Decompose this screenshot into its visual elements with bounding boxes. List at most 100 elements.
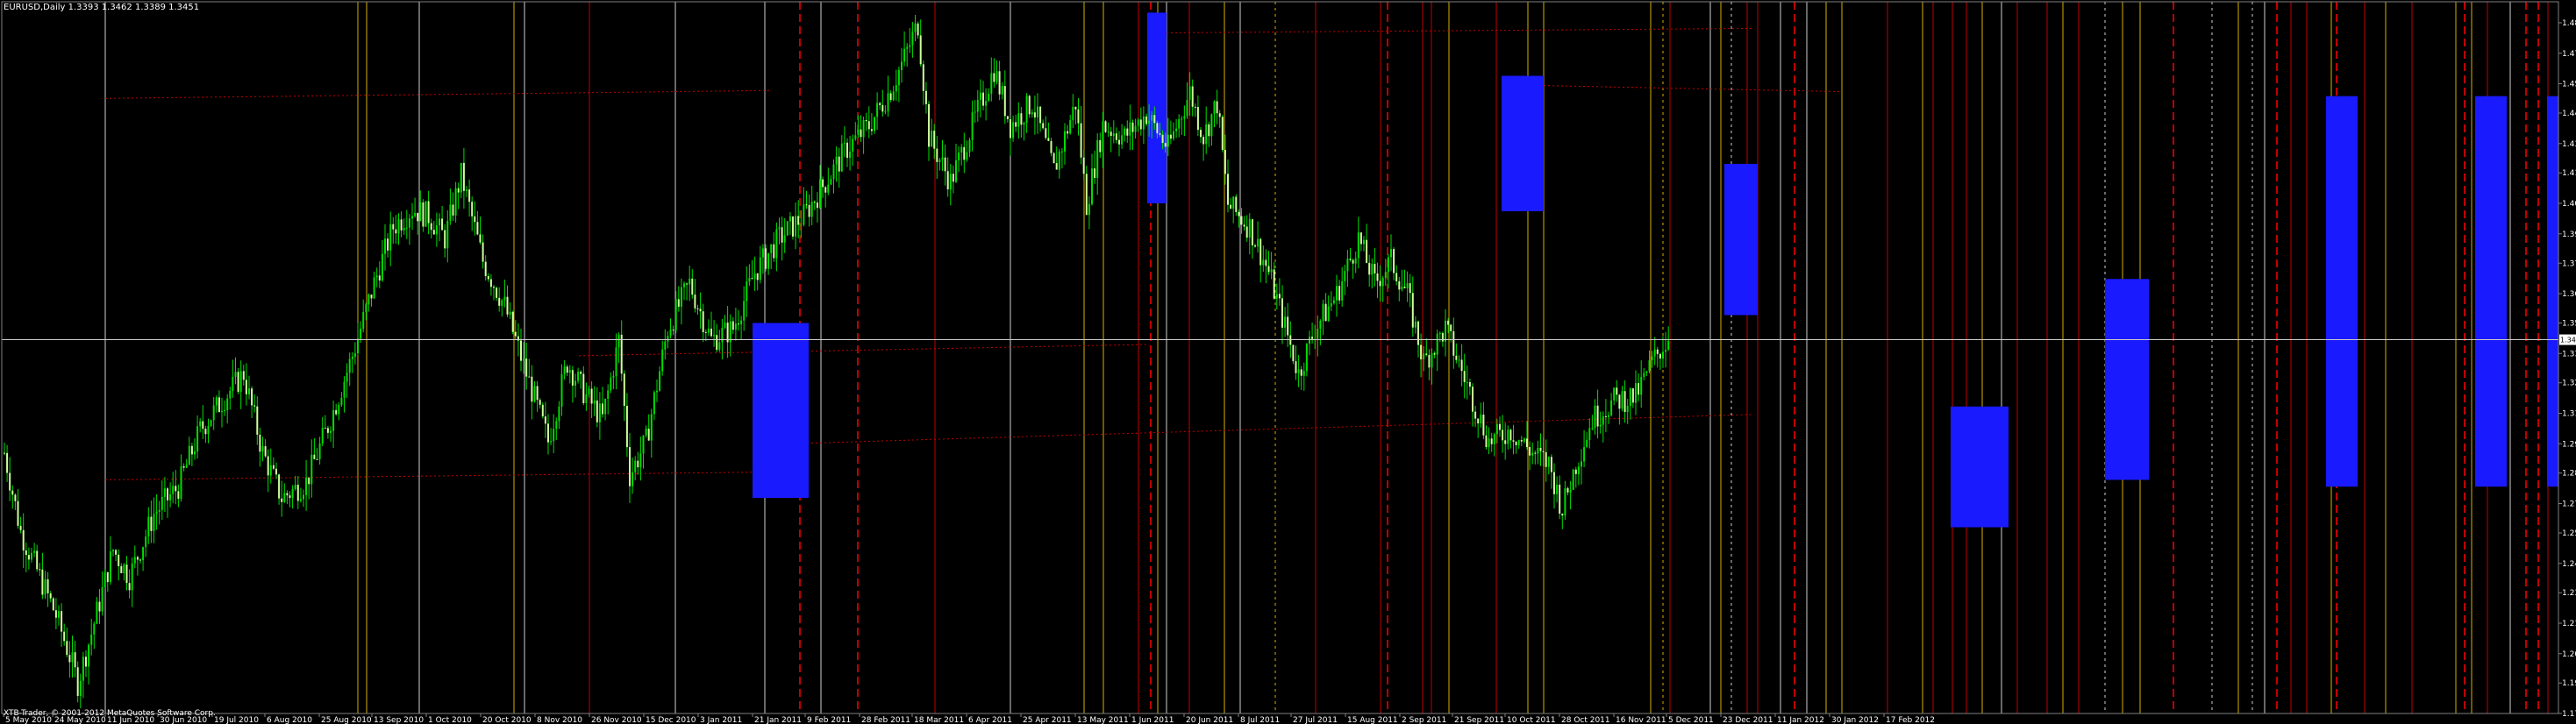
candle xyxy=(936,135,938,179)
candle xyxy=(503,280,506,308)
candle xyxy=(422,199,425,232)
candle-body xyxy=(1309,337,1310,344)
candle-body xyxy=(1401,287,1403,290)
candle-body xyxy=(190,445,193,455)
time-tick-label: 20 Oct 2010 xyxy=(482,716,532,724)
price-chart-canvas[interactable]: 1.4855 1.4720 1.4585 1.4455 1.4320 1.4190 1.40… xyxy=(0,0,2576,724)
candle xyxy=(544,401,546,438)
candle-body xyxy=(1327,306,1330,322)
candle xyxy=(767,252,770,275)
candle-body xyxy=(602,403,603,415)
candle-body xyxy=(664,341,667,350)
candle xyxy=(832,159,835,194)
candle-body xyxy=(79,680,82,696)
candle-body xyxy=(694,295,696,309)
candle-body xyxy=(25,550,27,556)
candle xyxy=(598,392,601,440)
candle xyxy=(106,571,109,593)
red-trendline xyxy=(104,89,773,99)
candle-body xyxy=(308,477,310,485)
candle xyxy=(656,380,658,402)
candle xyxy=(411,202,413,231)
candle xyxy=(919,19,922,67)
candle xyxy=(1248,213,1251,255)
candle-body xyxy=(770,244,773,253)
candle xyxy=(1216,89,1218,124)
candle-body xyxy=(1235,196,1238,212)
candle xyxy=(751,259,753,280)
candle xyxy=(765,244,767,272)
candle-body xyxy=(511,311,514,332)
candle-body xyxy=(1091,168,1093,204)
candle xyxy=(1232,195,1235,224)
candle xyxy=(482,234,484,269)
candle xyxy=(215,395,218,413)
candle xyxy=(58,605,60,626)
mt4-chart-window[interactable]: 1.4855 1.4720 1.4585 1.4455 1.4320 1.4190 1.40… xyxy=(0,0,2576,724)
candle-body xyxy=(482,242,484,262)
candle-body xyxy=(145,536,147,548)
time-tick-label: 21 Jan 2011 xyxy=(754,716,802,724)
time-tick-label: 8 Nov 2010 xyxy=(537,716,582,724)
candle-body xyxy=(1480,415,1482,424)
candle xyxy=(748,264,751,287)
candle xyxy=(876,92,879,131)
candle xyxy=(1104,119,1107,133)
candle-body xyxy=(650,414,653,441)
candle-body xyxy=(656,390,658,393)
candle-body xyxy=(1488,438,1490,448)
candle xyxy=(489,273,492,296)
candle-body xyxy=(1047,138,1050,141)
candle xyxy=(645,425,647,438)
price-tick-label: 1.2195 xyxy=(2562,620,2576,628)
candle-body xyxy=(1060,151,1063,153)
candle xyxy=(101,571,103,616)
candle-body xyxy=(1025,96,1028,123)
candle xyxy=(1055,146,1058,170)
price-tick-label: 1.3525 xyxy=(2562,319,2576,328)
candle-body xyxy=(1148,120,1151,124)
candle xyxy=(294,475,296,491)
candle-body xyxy=(874,117,875,131)
candle-body xyxy=(596,400,598,422)
candle xyxy=(245,363,247,406)
candle-body xyxy=(1626,405,1629,412)
candle xyxy=(261,437,264,462)
candle-body xyxy=(1173,131,1174,139)
candle-body xyxy=(1257,238,1259,247)
candle xyxy=(1336,274,1338,317)
candle-body xyxy=(395,229,397,234)
candle xyxy=(1080,105,1082,165)
time-tick-label: 30 Jan 2012 xyxy=(1831,716,1879,724)
candle-body xyxy=(1512,440,1515,442)
candle xyxy=(310,439,313,498)
candle xyxy=(1588,418,1591,449)
candle xyxy=(1031,109,1033,118)
candle-body xyxy=(1423,353,1425,360)
candle xyxy=(218,390,220,413)
candle xyxy=(210,419,212,428)
candle xyxy=(691,269,694,299)
candle xyxy=(659,366,661,392)
candle-body xyxy=(360,329,362,339)
candle xyxy=(639,437,642,481)
candle-body xyxy=(1273,269,1275,299)
candle-body xyxy=(1537,448,1539,454)
candle xyxy=(629,433,631,503)
candle-body xyxy=(661,349,664,372)
candle xyxy=(1134,118,1137,139)
candle-body xyxy=(1134,125,1137,132)
candle-body xyxy=(169,493,172,500)
candle xyxy=(710,311,712,338)
candle-body xyxy=(1221,117,1224,150)
candle xyxy=(1072,94,1074,129)
candle-body xyxy=(731,321,734,330)
candle xyxy=(1344,264,1346,295)
candle xyxy=(115,549,118,562)
candle-body xyxy=(968,139,971,153)
price-tick-label: 1.2990 xyxy=(2562,440,2576,449)
candle-body xyxy=(452,204,454,216)
candle xyxy=(340,392,343,408)
candle xyxy=(677,286,680,312)
candle-body xyxy=(724,323,726,329)
